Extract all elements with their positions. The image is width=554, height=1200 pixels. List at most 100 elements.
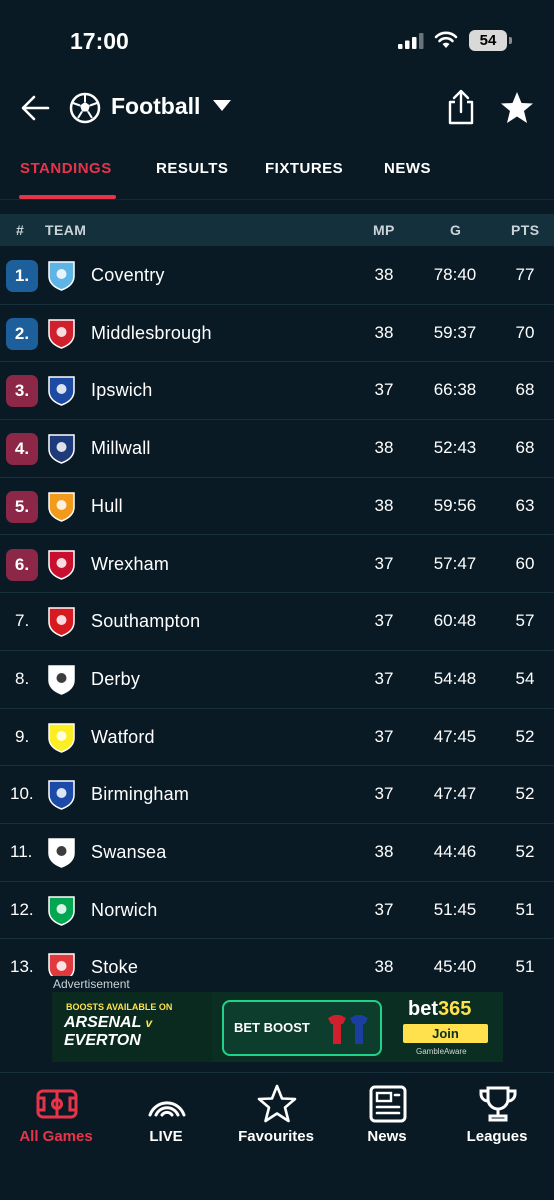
points: 52: [515, 726, 535, 746]
active-tab-indicator: [19, 195, 116, 199]
table-row[interactable]: 7. Southampton 37 60:48 57: [0, 593, 554, 651]
position-badge: 13.: [10, 957, 34, 977]
team-name: Middlesbrough: [91, 322, 212, 343]
goals: 59:37: [433, 322, 477, 342]
back-arrow-icon[interactable]: [18, 90, 54, 126]
table-row[interactable]: 4. Millwall 38 52:43 68: [0, 420, 554, 478]
position-badge: 12.: [10, 899, 34, 919]
team-name: Wrexham: [91, 553, 170, 574]
position-badge: 10.: [10, 784, 34, 804]
points: 52: [515, 784, 535, 804]
matches-played: 38: [374, 265, 394, 284]
nav-favourites[interactable]: Favourites: [221, 1073, 331, 1163]
table-row[interactable]: 13. Stoke 38 45:40 51: [0, 939, 554, 977]
points: 54: [515, 668, 535, 688]
table-row[interactable]: 11. Swansea 38 44:46 52: [0, 824, 554, 882]
wifi-icon: [434, 31, 458, 48]
goals: 45:40: [433, 957, 477, 977]
nav-live[interactable]: LIVE: [111, 1073, 221, 1163]
matches-played: 37: [374, 726, 394, 746]
team-name: Watford: [91, 726, 155, 747]
ad-team1: ARSENAL: [64, 1014, 142, 1031]
favourite-star-icon[interactable]: [499, 90, 535, 126]
table-row[interactable]: 10. Birmingham 37 47:47 52: [0, 766, 554, 824]
tab-results[interactable]: RESULTS: [156, 160, 228, 177]
team-crest-icon: [48, 318, 75, 349]
matches-played: 38: [374, 322, 394, 342]
points: 57: [515, 611, 535, 631]
points: 63: [515, 495, 535, 515]
shirts-icon: [328, 1015, 368, 1044]
tab-standings[interactable]: STANDINGS: [20, 160, 112, 177]
nav-label-leagues: Leagues: [466, 1128, 528, 1145]
points: 51: [515, 899, 535, 919]
team-name: Stoke: [91, 957, 139, 977]
goals: 59:56: [433, 495, 477, 515]
team-crest-icon: [48, 895, 75, 926]
table-row[interactable]: 9. Watford 37 47:45 52: [0, 709, 554, 767]
team-crest-icon: [48, 780, 75, 811]
position-badge: 4.: [6, 433, 38, 466]
nav-all-games[interactable]: All Games: [1, 1073, 111, 1163]
team-name: Hull: [91, 495, 123, 516]
team-name: Ipswich: [91, 380, 153, 401]
team-name: Southampton: [91, 611, 201, 632]
goals: 51:45: [433, 899, 477, 919]
nav-label-live: LIVE: [149, 1128, 183, 1145]
tab-fixtures[interactable]: FIXTURES: [265, 160, 343, 177]
nav-leagues[interactable]: Leagues: [442, 1073, 552, 1163]
table-row[interactable]: 6. Wrexham 37 57:47 60: [0, 536, 554, 594]
ad-brand-b: 365: [438, 998, 472, 1020]
matches-played: 38: [374, 495, 394, 515]
news-icon: [369, 1085, 407, 1123]
table-row[interactable]: 3. Ipswich 37 66:38 68: [0, 362, 554, 421]
goals: 47:45: [433, 726, 477, 746]
goals: 52:43: [433, 438, 477, 458]
table-row[interactable]: 5. Hull 38 59:56 63: [0, 478, 554, 536]
bottom-navigation: All Games LIVE Favourites News Leagues: [0, 1072, 554, 1200]
app-header: Football: [0, 80, 554, 138]
sport-title[interactable]: Football: [111, 93, 200, 120]
matches-played: 37: [374, 611, 394, 631]
points: 60: [515, 553, 535, 573]
points: 70: [515, 322, 535, 342]
ad-match: ARSENAL v EVERTON: [64, 1014, 152, 1049]
ad-label: Advertisement: [53, 977, 130, 991]
ad-bet-boost-panel: BET BOOST: [222, 1000, 382, 1056]
chevron-down-icon[interactable]: [213, 100, 231, 111]
pitch-icon: [36, 1089, 78, 1119]
points: 68: [515, 438, 535, 458]
goals: 78:40: [433, 265, 477, 284]
goals: 66:38: [433, 380, 477, 400]
ad-banner[interactable]: BOOSTS AVAILABLE ON ARSENAL v EVERTON BE…: [52, 992, 503, 1062]
team-crest-icon: [48, 434, 75, 464]
matches-played: 37: [374, 553, 394, 573]
team-name: Millwall: [91, 438, 151, 459]
position-badge: 8.: [15, 668, 30, 688]
share-icon[interactable]: [445, 88, 477, 126]
ad-boost-text: BOOSTS AVAILABLE ON: [66, 1002, 173, 1012]
team-name: Birmingham: [91, 784, 190, 805]
table-row[interactable]: 1. Coventry 38 78:40 77: [0, 247, 554, 305]
goals: 57:47: [433, 553, 477, 573]
table-row[interactable]: 8. Derby 37 54:48 54: [0, 651, 554, 709]
tab-news[interactable]: NEWS: [384, 160, 431, 177]
table-row[interactable]: 2. Middlesbrough 38 59:37 70: [0, 305, 554, 363]
goals: 44:46: [433, 842, 477, 861]
header-points: PTS: [511, 222, 540, 238]
nav-news[interactable]: News: [332, 1073, 442, 1163]
football-icon: [69, 92, 101, 124]
ad-join-button[interactable]: Join: [403, 1024, 488, 1043]
battery-icon: 54: [469, 30, 512, 51]
position-badge: 1.: [6, 260, 38, 292]
table-row[interactable]: 12. Norwich 37 51:45 51: [0, 882, 554, 940]
points: 68: [515, 380, 535, 400]
ad-gamble-aware: GambleAware: [416, 1047, 467, 1056]
position-badge: 5.: [6, 490, 38, 523]
goals: 54:48: [433, 668, 477, 688]
standings-table: 1. Coventry 38 78:40 77 2. Middlesbrough 38 59:3…: [0, 247, 554, 977]
points: 77: [515, 265, 535, 284]
matches-played: 37: [374, 668, 394, 688]
position-badge: 6.: [6, 548, 38, 581]
matches-played: 37: [374, 380, 394, 400]
